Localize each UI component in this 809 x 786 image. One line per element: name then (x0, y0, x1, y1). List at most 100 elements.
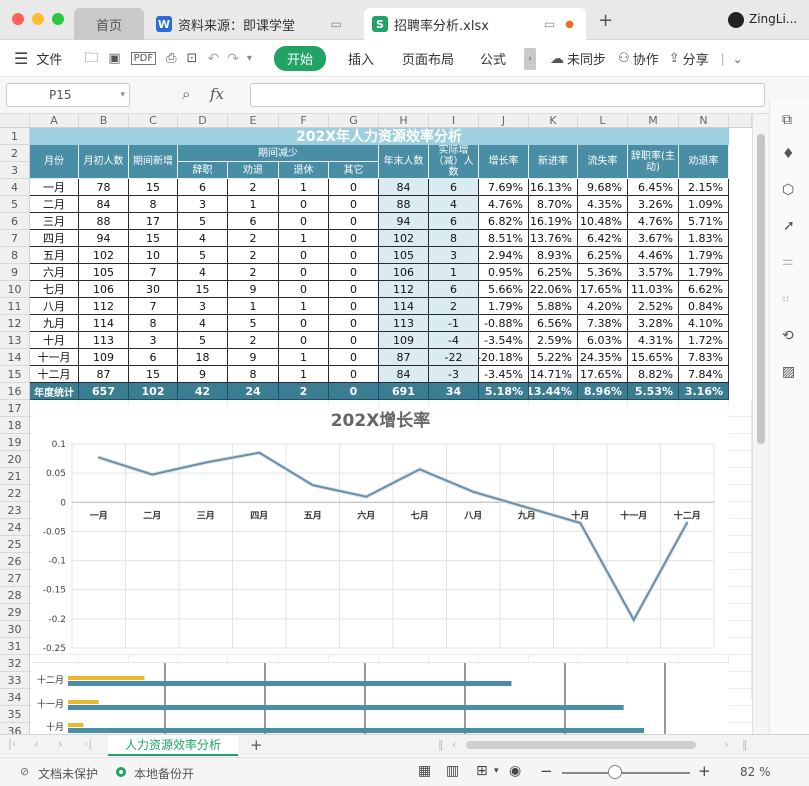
table-cell[interactable]: 112 (79, 298, 129, 315)
monitor-icon[interactable]: ▭ (544, 17, 555, 31)
table-cell[interactable]: 6.82% (479, 213, 529, 230)
print-preview-icon[interactable]: ⊡ (187, 51, 198, 66)
row-header[interactable]: 34 (0, 689, 30, 706)
table-cell[interactable]: 6.42% (578, 230, 628, 247)
table-cell[interactable]: 6.25% (529, 264, 578, 281)
table-cell[interactable]: 112 (379, 281, 429, 298)
table-cell[interactable]: 3 (429, 247, 479, 264)
row-header[interactable]: 29 (0, 604, 30, 621)
zoom-in-button[interactable]: + (698, 762, 711, 780)
table-cell[interactable]: 88 (379, 196, 429, 213)
table-cell[interactable]: 114 (79, 315, 129, 332)
table-cell[interactable]: 15 (178, 281, 228, 298)
zoom-search-icon[interactable]: ⌕ (182, 85, 190, 103)
table-cell[interactable]: 1 (429, 264, 479, 281)
table-cell[interactable]: 0 (279, 264, 329, 281)
table-cell[interactable]: 3.28% (628, 315, 679, 332)
first-sheet-icon[interactable]: |‹ (8, 737, 16, 750)
table-cell[interactable]: 2 (228, 179, 279, 196)
table-cell[interactable]: 8.51% (479, 230, 529, 247)
table-cell[interactable]: 6.45% (628, 179, 679, 196)
table-cell[interactable]: 109 (379, 332, 429, 349)
table-cell[interactable]: 7 (129, 264, 178, 281)
table-cell[interactable]: 30 (129, 281, 178, 298)
column-header[interactable] (729, 114, 752, 128)
table-cell[interactable]: 0 (329, 298, 379, 315)
horizontal-scroll-thumb[interactable] (466, 741, 696, 749)
table-cell[interactable]: 3 (178, 298, 228, 315)
table-cell[interactable]: 3 (129, 332, 178, 349)
table-cell[interactable]: 0 (329, 349, 379, 366)
total-cell[interactable]: 691 (379, 383, 429, 400)
open-folder-icon[interactable]: 🗀 (84, 47, 98, 71)
scroll-thumb[interactable] (757, 134, 765, 444)
close-window-button[interactable] (12, 13, 24, 25)
style-brush-icon[interactable]: ♦ (782, 146, 795, 162)
table-cell[interactable]: 8 (129, 315, 178, 332)
table-cell[interactable]: 0 (329, 332, 379, 349)
table-cell[interactable]: 8 (228, 366, 279, 383)
column-header[interactable]: M (628, 114, 679, 128)
row-header[interactable]: 28 (0, 587, 30, 604)
formula-input[interactable] (250, 83, 765, 107)
total-cell[interactable]: 8.96% (578, 383, 628, 400)
normal-view-icon[interactable]: ▦ (418, 763, 431, 779)
table-cell[interactable]: 15 (129, 230, 178, 247)
column-header[interactable]: C (129, 114, 178, 128)
table-cell[interactable]: 6 (429, 213, 479, 230)
row-header[interactable]: 4 (0, 179, 30, 196)
table-cell[interactable]: -3 (429, 366, 479, 383)
table-cell[interactable]: -22 (429, 349, 479, 366)
tab-spreadsheet[interactable]: S 招聘率分析.xlsx ▭ ● (364, 8, 586, 40)
table-cell[interactable]: 一月 (30, 179, 79, 196)
table-cell[interactable]: 0 (279, 213, 329, 230)
row-header[interactable]: 30 (0, 621, 30, 638)
growth-chart-area[interactable]: 202X增长率 0.1 0.05 0 -0.05 -0.1 -0.15 -0.2 -0.25 一月… (32, 406, 729, 654)
total-cell[interactable]: 3.16% (679, 383, 729, 400)
table-cell[interactable]: 5.88% (529, 298, 578, 315)
table-cell[interactable]: 16.13% (529, 179, 578, 196)
row-header[interactable]: 26 (0, 553, 30, 570)
table-cell[interactable]: 2 (228, 247, 279, 264)
table-cell[interactable]: 9.68% (578, 179, 628, 196)
table-cell[interactable]: 0 (279, 315, 329, 332)
row-header[interactable]: 10 (0, 281, 30, 298)
row-header[interactable]: 5 (0, 196, 30, 213)
table-cell[interactable]: 94 (79, 230, 129, 247)
row-header[interactable]: 21 (0, 468, 30, 485)
row-header[interactable]: 35 (0, 706, 30, 723)
column-header[interactable]: A (30, 114, 79, 128)
table-cell[interactable]: 87 (79, 366, 129, 383)
table-cell[interactable]: 105 (379, 247, 429, 264)
table-cell[interactable]: 七月 (30, 281, 79, 298)
total-cell[interactable]: 24 (228, 383, 279, 400)
table-cell[interactable]: -3.54% (479, 332, 529, 349)
table-cell[interactable]: 1.72% (679, 332, 729, 349)
column-header[interactable]: K (529, 114, 578, 128)
column-header[interactable]: D (178, 114, 228, 128)
table-cell[interactable]: 114 (379, 298, 429, 315)
table-cell[interactable]: 4.20% (578, 298, 628, 315)
total-cell[interactable]: 657 (79, 383, 129, 400)
table-cell[interactable]: 113 (379, 315, 429, 332)
table-cell[interactable]: 6 (129, 349, 178, 366)
table-cell[interactable]: 十月 (30, 332, 79, 349)
settings-hexagon-icon[interactable]: ⬡ (782, 182, 794, 198)
row-header[interactable]: 19 (0, 434, 30, 451)
total-cell[interactable]: 5.18% (479, 383, 529, 400)
column-header[interactable]: I (429, 114, 479, 128)
table-cell[interactable]: 0 (329, 281, 379, 298)
table-cell[interactable]: 1 (279, 366, 329, 383)
table-cell[interactable]: 1.79% (679, 247, 729, 264)
table-cell[interactable]: 5 (178, 247, 228, 264)
table-cell[interactable]: 4.46% (628, 247, 679, 264)
row-header[interactable]: 8 (0, 247, 30, 264)
table-cell[interactable]: 8 (129, 196, 178, 213)
table-cell[interactable]: 17.65% (578, 366, 628, 383)
pdf-export-icon[interactable]: PDF (130, 52, 157, 65)
tab-doc[interactable]: W 资料来源：即课学堂 ▭ (148, 8, 356, 40)
table-cell[interactable]: 4 (178, 315, 228, 332)
table-cell[interactable]: 17.65% (578, 281, 628, 298)
table-cell[interactable]: 7 (129, 298, 178, 315)
chevron-down-icon[interactable]: ▾ (120, 84, 125, 106)
